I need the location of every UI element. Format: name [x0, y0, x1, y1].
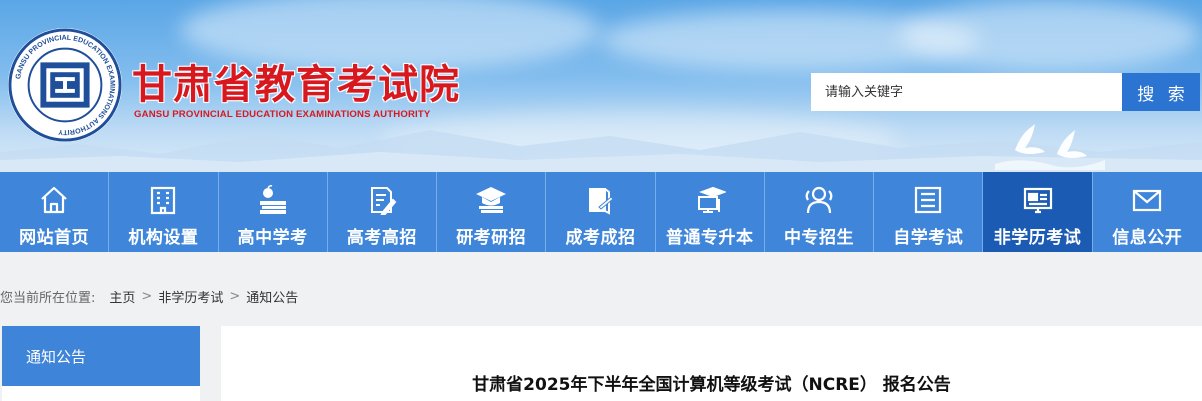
sidebar-panel — [2, 386, 200, 401]
sidebar-title: 通知公告 — [26, 348, 87, 366]
mail-icon — [1131, 184, 1163, 216]
book-pen-icon — [584, 184, 616, 216]
nav-label: 信息公开 — [1112, 228, 1183, 248]
nav-item-high-school-exam[interactable]: 高中学考 — [218, 172, 328, 252]
nav-label: 非学历考试 — [993, 228, 1082, 248]
cloud-decoration — [900, 0, 1200, 70]
breadcrumb-prefix: 您当前所在位置: — [0, 290, 96, 306]
home-icon — [38, 184, 70, 216]
nav-item-self-study[interactable]: 自学考试 — [874, 172, 984, 252]
nav-label: 普通专升本 — [665, 228, 754, 248]
nav-label: 自学考试 — [893, 228, 964, 248]
list-icon — [912, 184, 944, 216]
nav-item-non-degree[interactable]: 非学历考试 — [983, 172, 1093, 252]
main-navigation: 网站首页 机构设置 高中学考 高考高招 研考研招 成考成招 普通专升本 中专招生… — [0, 172, 1202, 252]
doves-decoration — [995, 124, 1105, 170]
nav-item-postgraduate[interactable]: 研考研招 — [437, 172, 547, 252]
nav-item-home[interactable]: 网站首页 — [0, 172, 110, 252]
nav-item-info-disclosure[interactable]: 信息公开 — [1092, 172, 1202, 252]
document-pen-icon — [366, 184, 398, 216]
nav-label: 网站首页 — [19, 228, 90, 248]
nav-label: 成考成招 — [565, 228, 636, 248]
graduation-cap-icon — [475, 184, 507, 216]
nav-item-secondary-vocational[interactable]: 中专招生 — [764, 172, 875, 252]
search-input[interactable] — [811, 73, 1122, 111]
site-title: 甘肃省教育考试院 — [132, 61, 460, 108]
nav-label: 研考研招 — [456, 228, 527, 248]
nav-item-adult-exam[interactable]: 成考成招 — [546, 172, 656, 252]
article-title: 甘肃省2025年下半年全国计算机等级考试（NCRE） 报名公告 — [472, 375, 951, 395]
apple-books-icon — [257, 184, 289, 216]
breadcrumb-link-home[interactable]: 主页 — [109, 287, 135, 306]
breadcrumb-separator: > — [229, 288, 241, 304]
users-icon — [803, 184, 835, 216]
authority-logo: GANSU PROVINCIAL EDUCATION EXAMINATIONS … — [7, 27, 123, 143]
nav-item-organization[interactable]: 机构设置 — [109, 172, 219, 252]
id-card-icon — [1022, 184, 1054, 216]
site-subtitle: GANSU PROVINCIAL EDUCATION EXAMINATIONS … — [134, 109, 431, 120]
building-icon — [147, 184, 179, 216]
nav-item-upgrade-bachelor[interactable]: 普通专升本 — [655, 172, 765, 252]
nav-label: 机构设置 — [128, 228, 199, 248]
sidebar-section-notices[interactable]: 通知公告 — [2, 326, 200, 386]
search-button[interactable]: 搜 索 — [1122, 73, 1200, 111]
desk-monitor-icon — [694, 184, 726, 216]
nav-label: 高考高招 — [346, 228, 417, 248]
breadcrumb-separator: > — [141, 288, 153, 304]
article-panel: 甘肃省2025年下半年全国计算机等级考试（NCRE） 报名公告 — [221, 326, 1202, 401]
breadcrumb: 您当前所在位置: 主页 > 非学历考试 > 通知公告 — [0, 286, 298, 306]
nav-label: 高中学考 — [237, 228, 308, 248]
site-header: GANSU PROVINCIAL EDUCATION EXAMINATIONS … — [0, 0, 1202, 172]
breadcrumb-link-notices[interactable]: 通知公告 — [246, 287, 298, 306]
nav-label: 中专招生 — [783, 228, 854, 248]
breadcrumb-link-non-degree[interactable]: 非学历考试 — [158, 287, 223, 306]
nav-item-college-entrance[interactable]: 高考高招 — [327, 172, 438, 252]
